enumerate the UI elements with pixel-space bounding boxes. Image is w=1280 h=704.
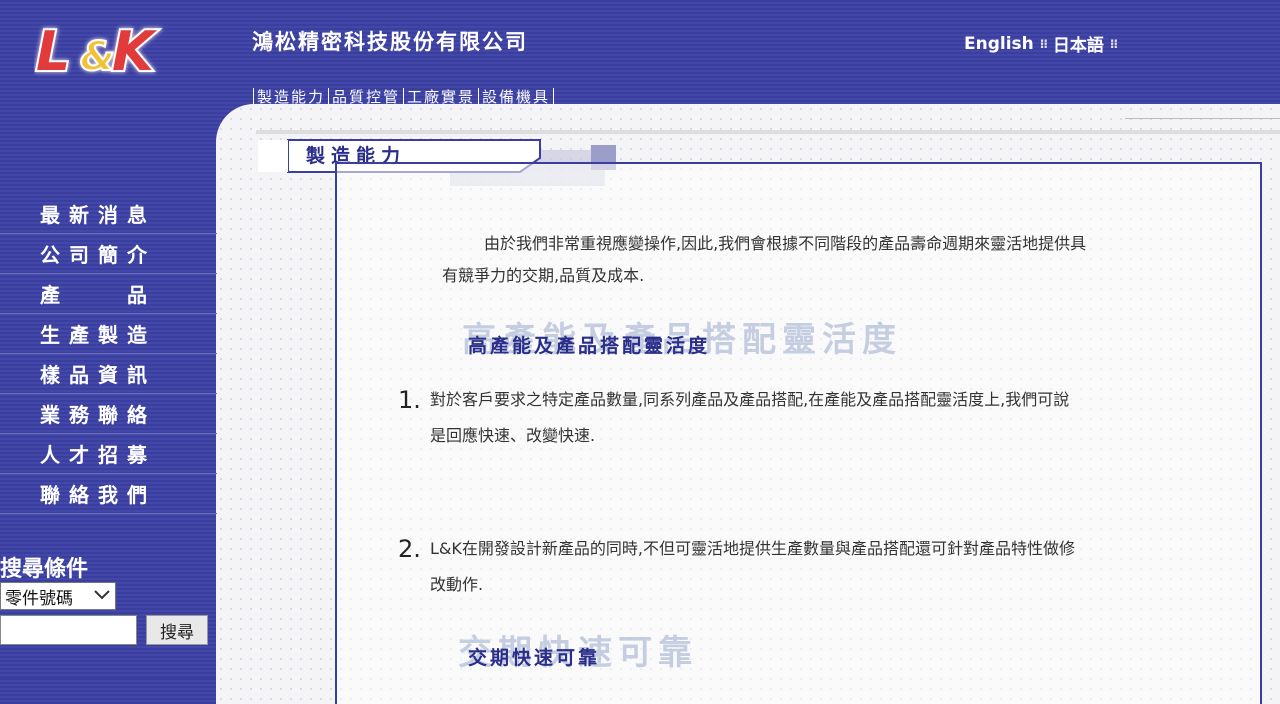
lang-english[interactable]: English [964,34,1034,54]
dots-icon: ⁝⁝ [1039,36,1048,51]
section-title: 高產能及產品搭配靈活度 [468,335,711,357]
menu-item-samples[interactable]: 樣品資訊 [0,354,217,394]
divider [253,87,254,106]
divider [478,87,480,106]
svg-text:&: & [80,34,115,76]
section-title: 交期快速可靠 [468,647,601,669]
dots-icon: ⁝⁝ [1109,36,1118,51]
search-input[interactable] [0,615,137,645]
lang-japanese[interactable]: 日本語 [1053,31,1104,56]
divider [328,87,330,106]
language-switcher: English ⁝⁝ 日本語 ⁝⁝ [964,31,1118,57]
company-name: 鴻松精密科技股份有限公司 [252,30,528,54]
sidebar-menu: 最新消息 公司簡介 產 品 生產製造 樣品資訊 業務聯絡 人才招募 聯絡我們 [0,194,217,514]
brand-logo[interactable]: L L & K K [34,18,184,85]
item-number: 2. [398,535,421,563]
menu-item-careers[interactable]: 人才招募 [0,434,217,474]
intro-paragraph: 由於我們非常重視應變操作,因此,我們會根據不同階段的產品壽命週期來靈活地提供具有… [442,228,1102,292]
svg-text:K: K [112,20,158,76]
search-label: 搜尋條件 [0,557,89,582]
divider [1125,118,1280,119]
menu-item-news[interactable]: 最新消息 [0,194,217,234]
menu-item-sales[interactable]: 業務聯絡 [0,394,217,434]
svg-text:L: L [36,20,70,76]
intro-text: 由於我們非常重視應變操作,因此,我們會根據不同階段的產品壽命週期來靈活地提供具有… [442,234,1087,285]
search-button[interactable]: 搜尋 [146,615,208,645]
menu-item-contact[interactable]: 聯絡我們 [0,474,217,514]
divider [553,87,555,106]
menu-item-manufacturing[interactable]: 生產製造 [0,314,217,354]
search-type-select[interactable]: 零件號碼 [0,582,116,610]
item-text: L&K在開發設計新產品的同時,不但可靈活地提供生產數量與產品搭配還可針對產品特性… [430,539,1075,594]
chevron-down-icon [93,586,111,606]
item-text: 對於客戶要求之特定產品數量,同系列產品及產品搭配,在產能及產品搭配靈活度上,我們… [430,390,1070,445]
item-number: 1. [398,386,421,414]
menu-item-products[interactable]: 產 品 [0,274,217,314]
divider [403,87,405,106]
select-value: 零件號碼 [5,588,73,609]
menu-item-about[interactable]: 公司簡介 [0,234,217,274]
